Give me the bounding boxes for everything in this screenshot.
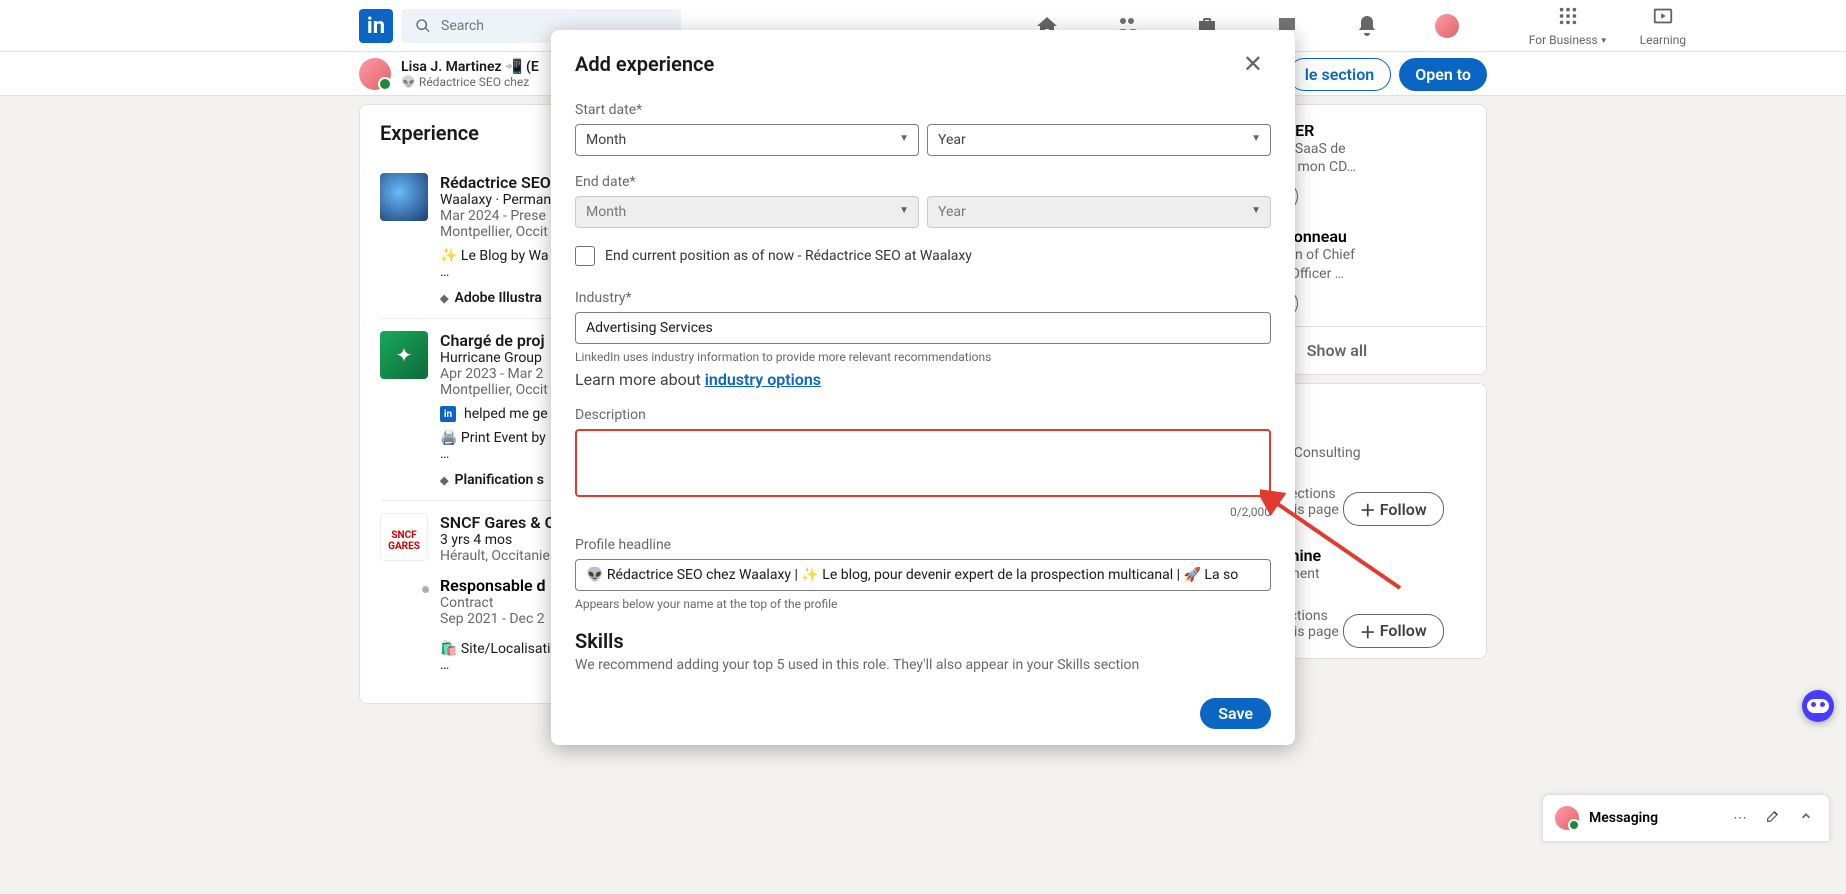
assistant-badge[interactable] [1802,690,1834,722]
description-textarea[interactable] [575,429,1271,497]
modal-overlay: Add experience ✕ Start date* Month Year … [0,0,1846,842]
start-year-value: Year [927,124,1271,156]
modal-title: Add experience [575,52,714,76]
more-icon[interactable]: ⋯ [1729,810,1751,826]
messaging-title: Messaging [1589,810,1719,826]
start-month-select[interactable]: Month [575,124,919,156]
end-date-label: End date* [575,174,1271,190]
end-year-value: Year [927,196,1271,228]
end-month-value: Month [575,196,919,228]
close-icon: ✕ [1243,50,1263,78]
industry-label: Industry* [575,290,1271,306]
end-month-select[interactable]: Month [575,196,919,228]
messaging-avatar-icon [1555,806,1579,830]
headline-help: Appears below your name at the top of th… [575,597,1271,611]
start-date-label: Start date* [575,102,1271,118]
chevron-up-icon[interactable] [1795,809,1817,827]
headline-input[interactable] [575,559,1271,591]
add-experience-modal: Add experience ✕ Start date* Month Year … [551,30,1295,745]
close-button[interactable]: ✕ [1235,46,1271,82]
end-year-select[interactable]: Year [927,196,1271,228]
description-label: Description [575,407,1271,423]
start-year-select[interactable]: Year [927,124,1271,156]
industry-input[interactable] [575,312,1271,344]
industry-help: LinkedIn uses industry information to pr… [575,350,1271,364]
start-month-value: Month [575,124,919,156]
headline-label: Profile headline [575,537,1271,553]
assistant-icon [1807,699,1829,713]
end-current-label: End current position as of now - Rédactr… [605,248,972,264]
char-count: 0/2,000 [575,505,1271,519]
skills-header: Skills [575,629,1271,653]
compose-icon[interactable] [1761,808,1785,828]
skills-desc: We recommend adding your top 5 used in t… [575,657,1271,673]
save-button[interactable]: Save [1200,698,1271,729]
end-current-checkbox[interactable] [575,246,595,266]
learn-more-prefix: Learn more about [575,370,705,389]
industry-options-link[interactable]: industry options [705,370,821,389]
messaging-bar[interactable]: Messaging ⋯ [1542,794,1830,842]
